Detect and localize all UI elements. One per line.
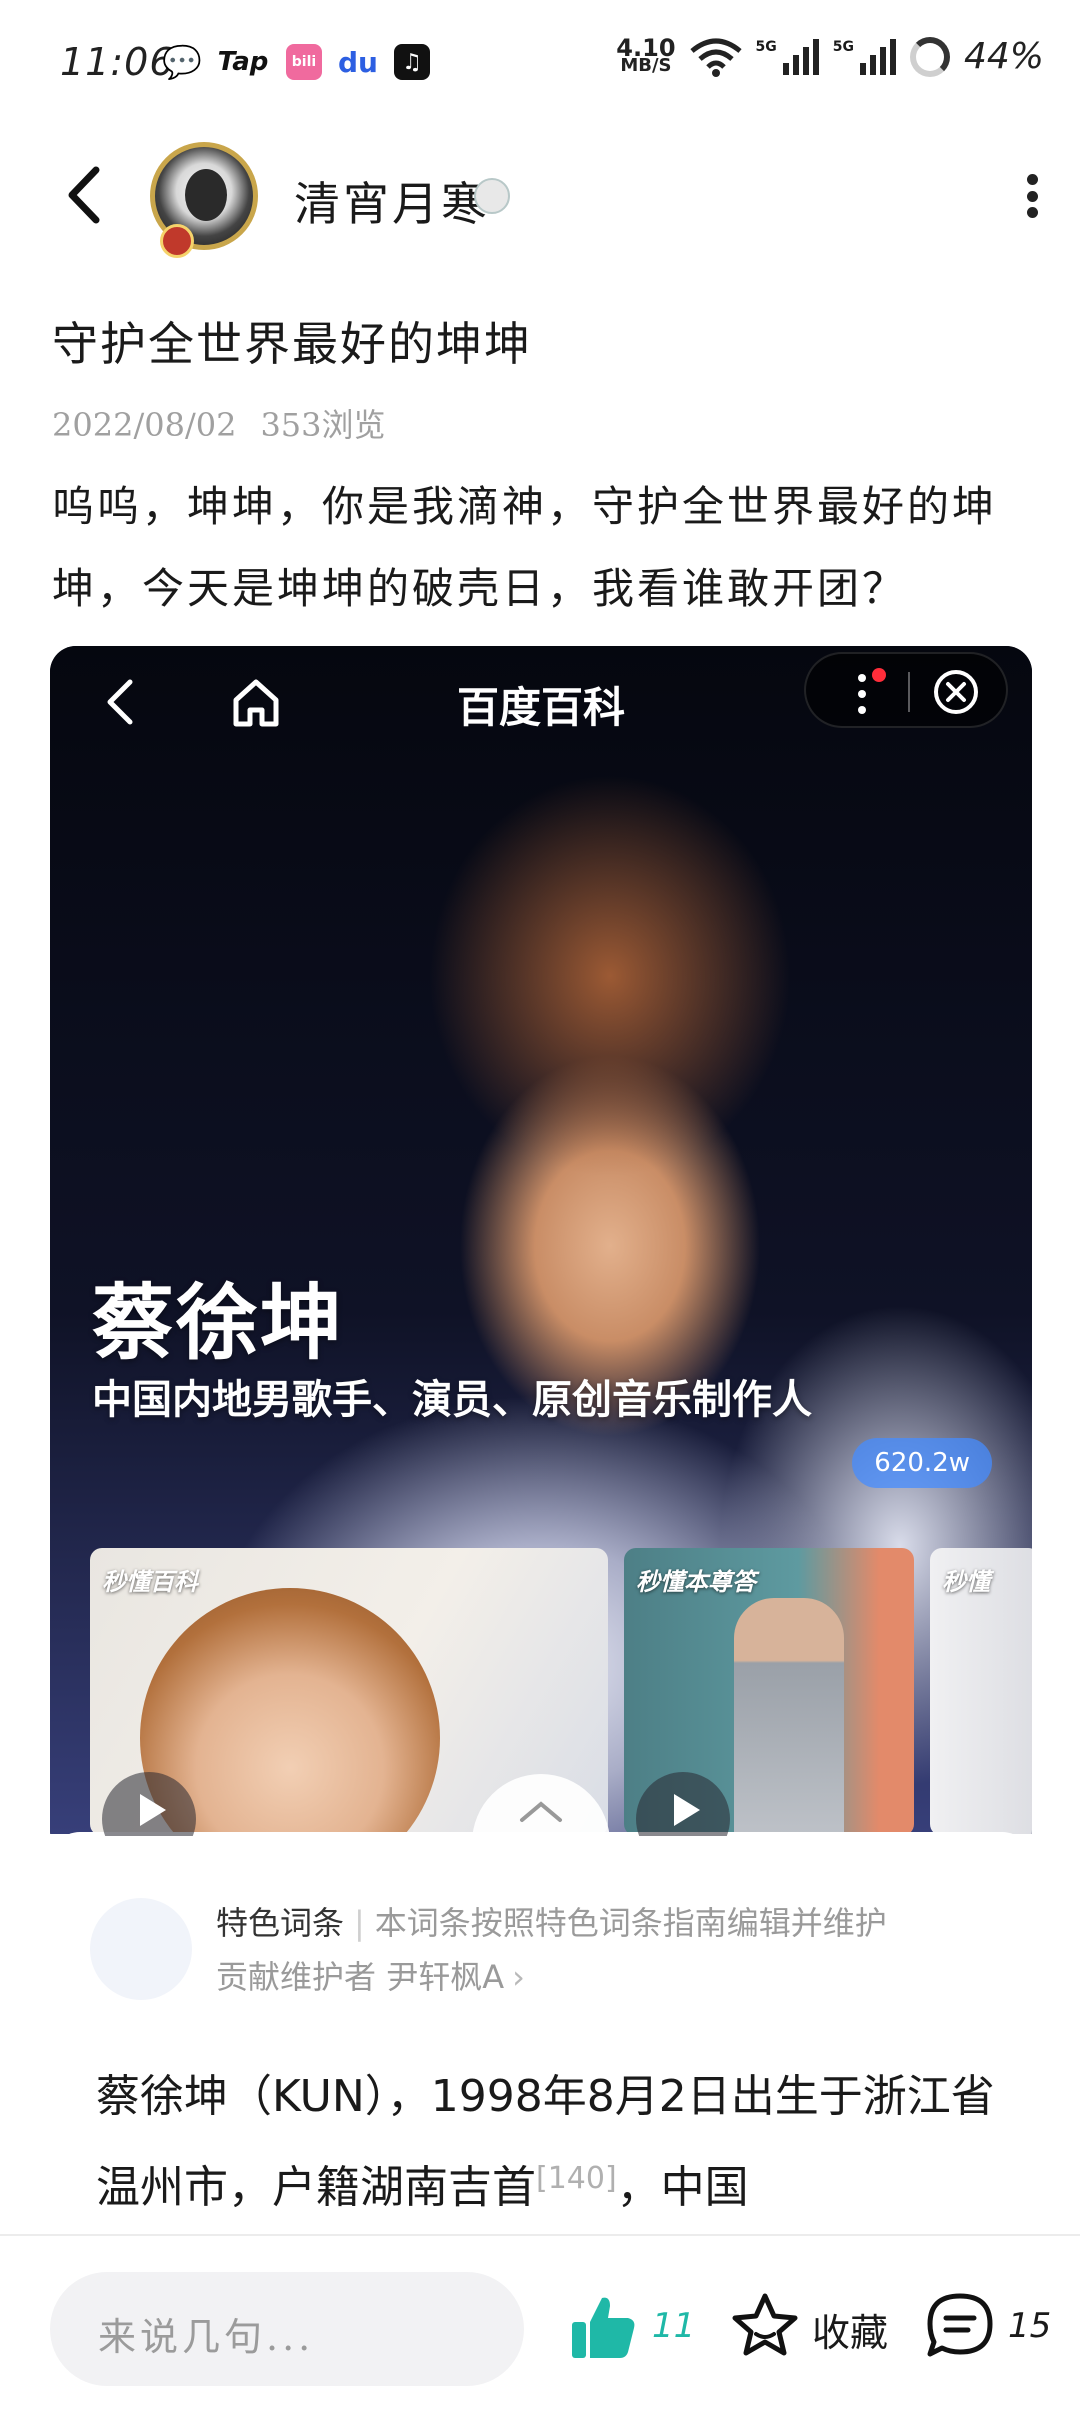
vertical-dots-icon[interactable] xyxy=(1024,174,1040,218)
embedded-capsule-menu xyxy=(804,652,1008,728)
featured-entry-label: 特色词条 xyxy=(216,1904,345,1942)
bio-reference: [140] xyxy=(536,2161,617,2196)
bilibili-icon: bili xyxy=(286,44,322,80)
card-logo-text: 秒懂百科 xyxy=(102,1568,198,1596)
view-count-badge: 620.2w xyxy=(852,1438,992,1488)
post-header: 清宵月寒 xyxy=(0,130,1080,260)
video-card: 秒懂本尊答 xyxy=(624,1548,914,1836)
comment-bubble-icon[interactable] xyxy=(924,2290,996,2362)
favorite-label[interactable]: 收藏 xyxy=(812,2302,888,2357)
capsule-divider xyxy=(908,672,910,712)
play-icon xyxy=(102,1772,196,1836)
status-time: 11:06 xyxy=(60,40,175,84)
embedded-close-icon xyxy=(934,670,978,714)
embedded-screenshot-image[interactable]: 百度百科 蔡徐坤 中国内地男歌手、演员、原创音乐制作人 620.2w 秒懂百科 … xyxy=(50,646,1032,1856)
featured-entry-desc: 本词条按照特色词条指南编辑并维护 xyxy=(374,1904,887,1942)
featured-entry-icon xyxy=(90,1898,192,2000)
status-indicators: 4.10 MB/S 5G 5G 44% xyxy=(616,36,1044,78)
like-count: 11 xyxy=(652,2306,696,2346)
taptap-icon: Tap xyxy=(217,47,269,77)
comment-input[interactable]: 来说几句... xyxy=(50,2272,524,2386)
battery-icon xyxy=(909,36,950,77)
embedded-top-bar: 百度百科 xyxy=(50,646,1032,756)
back-arrow-icon[interactable] xyxy=(56,160,116,230)
avatar-frame-badge-icon xyxy=(160,224,194,258)
encyclopedia-person-name: 蔡徐坤 xyxy=(92,1276,345,1371)
bio-text-part-2: ，中国 xyxy=(616,2162,749,2213)
signal-5g-label: 5G xyxy=(755,38,777,55)
embedded-screenshot-lower: 特色词条 | 本词条按照特色词条指南编辑并维护 贡献维护者 尹轩枫A › 蔡徐坤（KU… xyxy=(50,1834,1032,2234)
maintainer-line: 贡献维护者 尹轩枫A › xyxy=(216,1952,525,1998)
chevron-up-icon xyxy=(520,1801,562,1822)
status-bar: 11:06 💬 Tap bili du ♫ 4.10 MB/S 5G 5G 44… xyxy=(0,0,1080,130)
encyclopedia-person-description: 中国内地男歌手、演员、原创音乐制作人 xyxy=(92,1377,812,1423)
maintainer-name: 尹轩枫A xyxy=(386,1958,505,1996)
maintainer-prefix: 贡献维护者 xyxy=(216,1958,377,1996)
comment-count: 15 xyxy=(1008,2306,1052,2346)
thumbs-up-icon[interactable] xyxy=(568,2292,638,2362)
signal-5g-label-2: 5G xyxy=(832,38,854,55)
wechat-icon: 💬 xyxy=(162,43,202,81)
post-title: 守护全世界最好的坤坤 xyxy=(52,317,532,371)
chevron-right-icon: › xyxy=(512,1958,525,1996)
battery-percent: 44% xyxy=(963,36,1044,77)
user-level-badge-icon xyxy=(474,178,510,214)
card-logo-text: 秒懂本尊答 xyxy=(636,1568,756,1596)
divider: | xyxy=(354,1904,365,1942)
signal-5g-icon-2: 5G xyxy=(832,38,896,75)
bottom-action-bar: 来说几句... 11 收藏 15 xyxy=(0,2234,1080,2414)
notification-dot-icon xyxy=(872,668,886,682)
author-username[interactable]: 清宵月寒 xyxy=(294,168,490,234)
status-app-icons: 💬 Tap bili du ♫ xyxy=(162,43,430,81)
network-speed: 4.10 MB/S xyxy=(616,36,675,76)
baidu-icon: du xyxy=(338,45,378,79)
network-speed-unit: MB/S xyxy=(620,54,672,76)
comment-placeholder: 来说几句... xyxy=(98,2315,315,2359)
featured-entry-line: 特色词条 | 本词条按照特色词条指南编辑并维护 xyxy=(216,1898,887,1944)
encyclopedia-bio-text: 蔡徐坤（KUN），1998年8月2日出生于浙江省温州市，户籍湖南吉首[140]，… xyxy=(96,2056,996,2229)
wifi-icon xyxy=(689,38,742,77)
star-icon[interactable] xyxy=(730,2290,800,2360)
signal-5g-icon: 5G xyxy=(755,38,819,75)
card-logo-text: 秒懂 xyxy=(942,1568,990,1596)
post-body-text: 呜呜，坤坤，你是我滴神，守护全世界最好的坤坤，今天是坤坤的破壳日，我看谁敢开团？ xyxy=(52,482,998,613)
tiktok-icon: ♫ xyxy=(394,44,430,80)
embedded-more-dots-icon xyxy=(858,674,868,714)
play-icon xyxy=(636,1772,730,1836)
video-card: 秒懂 xyxy=(930,1548,1032,1836)
post-date: 2022/08/02 xyxy=(52,406,237,444)
post-meta: 2022/08/02 353浏览 xyxy=(52,400,386,446)
post-view-count: 353浏览 xyxy=(260,406,386,444)
